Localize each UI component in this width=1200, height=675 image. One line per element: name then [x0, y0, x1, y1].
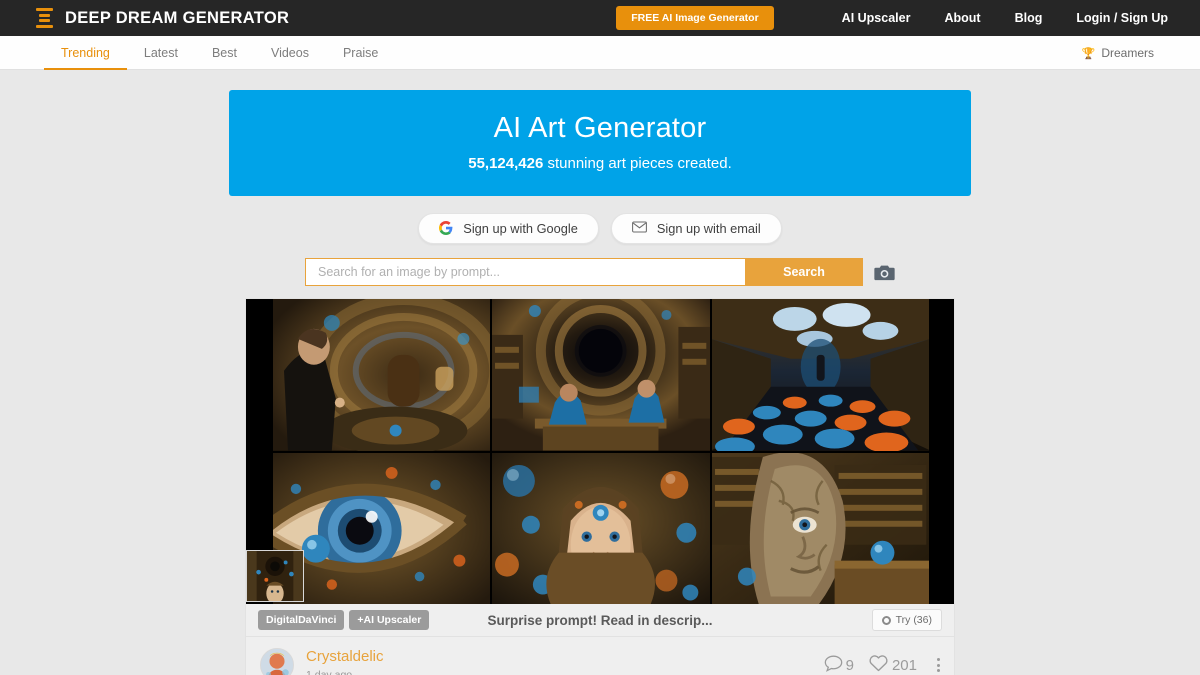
- hero-subtitle: 55,124,426 stunning art pieces created.: [229, 155, 971, 172]
- card-stats: 9 201: [824, 654, 940, 675]
- search-input[interactable]: [305, 258, 745, 287]
- card-user-row: Crystaldelic 1 day ago 9 201: [246, 637, 954, 675]
- try-label: Try (36): [895, 614, 932, 627]
- signup-options: Sign up with Google Sign up with email: [0, 213, 1200, 245]
- hourglass-logo-icon: [36, 8, 53, 28]
- nav-ai-upscaler[interactable]: AI Upscaler: [842, 11, 911, 25]
- kebab-menu-icon[interactable]: [937, 658, 940, 673]
- avatar[interactable]: [260, 648, 294, 675]
- sign-up-with-email-button[interactable]: Sign up with email: [610, 213, 782, 245]
- art-collage[interactable]: [246, 299, 954, 605]
- hero-banner: AI Art Generator 55,124,426 stunning art…: [229, 90, 971, 197]
- sign-up-with-google-button[interactable]: Sign up with Google: [418, 213, 599, 245]
- user-name[interactable]: Crystaldelic: [306, 648, 384, 667]
- camera-icon[interactable]: [873, 263, 895, 281]
- brand-logo[interactable]: DEEP DREAM GENERATOR: [36, 8, 289, 28]
- envelope-icon: [631, 221, 647, 236]
- collage-tile-5[interactable]: [492, 452, 710, 605]
- brand-name: DEEP DREAM GENERATOR: [65, 8, 290, 27]
- tab-praise[interactable]: Praise: [326, 37, 395, 70]
- top-header-bar: DEEP DREAM GENERATOR FREE AI Image Gener…: [0, 0, 1200, 36]
- search-button[interactable]: Search: [745, 258, 863, 287]
- sub-navigation-bar: Trending Latest Best Videos Praise 🏆 Dre…: [0, 36, 1200, 70]
- collage-tile-1[interactable]: [273, 299, 491, 451]
- top-navigation: FREE AI Image Generator AI Upscaler Abou…: [616, 0, 1168, 36]
- art-post-card: DigitalDaVinci +AI Upscaler Surprise pro…: [245, 298, 955, 675]
- tab-latest[interactable]: Latest: [127, 37, 195, 70]
- comment-count-value: 9: [845, 656, 854, 674]
- dreamers-label: Dreamers: [1101, 46, 1154, 60]
- like-count-value: 201: [891, 656, 917, 674]
- collage-thumbnail-overlay[interactable]: [246, 550, 304, 603]
- post-time: 1 day ago: [306, 669, 384, 675]
- card-meta-row: DigitalDaVinci +AI Upscaler Surprise pro…: [246, 604, 954, 638]
- collage-tile-6[interactable]: [711, 452, 929, 605]
- tag-model[interactable]: DigitalDaVinci: [258, 610, 345, 631]
- comment-count[interactable]: 9: [824, 655, 854, 675]
- user-info: Crystaldelic 1 day ago: [306, 648, 384, 675]
- like-count[interactable]: 201: [868, 654, 917, 675]
- tag-list: DigitalDaVinci +AI Upscaler: [258, 610, 430, 631]
- collage-tile-2[interactable]: [492, 299, 710, 451]
- hero-subtitle-rest: stunning art pieces created.: [543, 155, 732, 173]
- tab-best[interactable]: Best: [195, 37, 254, 70]
- art-pieces-count: 55,124,426: [468, 155, 544, 173]
- tag-upscaler[interactable]: +AI Upscaler: [349, 610, 430, 631]
- collage-tile-3[interactable]: [711, 299, 929, 451]
- nav-blog[interactable]: Blog: [1015, 11, 1043, 25]
- tab-videos[interactable]: Videos: [254, 37, 326, 70]
- dreamers-link[interactable]: 🏆 Dreamers: [1082, 36, 1154, 70]
- page-title: AI Art Generator: [493, 112, 707, 144]
- heart-icon: [868, 654, 889, 675]
- plus-circle-icon: [881, 615, 891, 625]
- google-signup-label: Sign up with Google: [463, 221, 578, 237]
- nav-login-signup[interactable]: Login / Sign Up: [1076, 11, 1168, 25]
- try-button[interactable]: Try (36): [871, 609, 942, 632]
- comment-bubble-icon: [824, 655, 843, 675]
- collage-grid: [273, 299, 929, 605]
- email-signup-label: Sign up with email: [656, 221, 761, 237]
- google-g-icon: [439, 220, 453, 237]
- nav-about[interactable]: About: [944, 11, 980, 25]
- tab-trending[interactable]: Trending: [44, 37, 127, 70]
- search-bar: Search: [305, 258, 863, 287]
- free-ai-image-generator-button[interactable]: FREE AI Image Generator: [616, 6, 774, 30]
- search-area: Search: [0, 258, 1200, 287]
- trophy-icon: 🏆: [1081, 47, 1096, 60]
- collage-tile-4[interactable]: [273, 452, 491, 605]
